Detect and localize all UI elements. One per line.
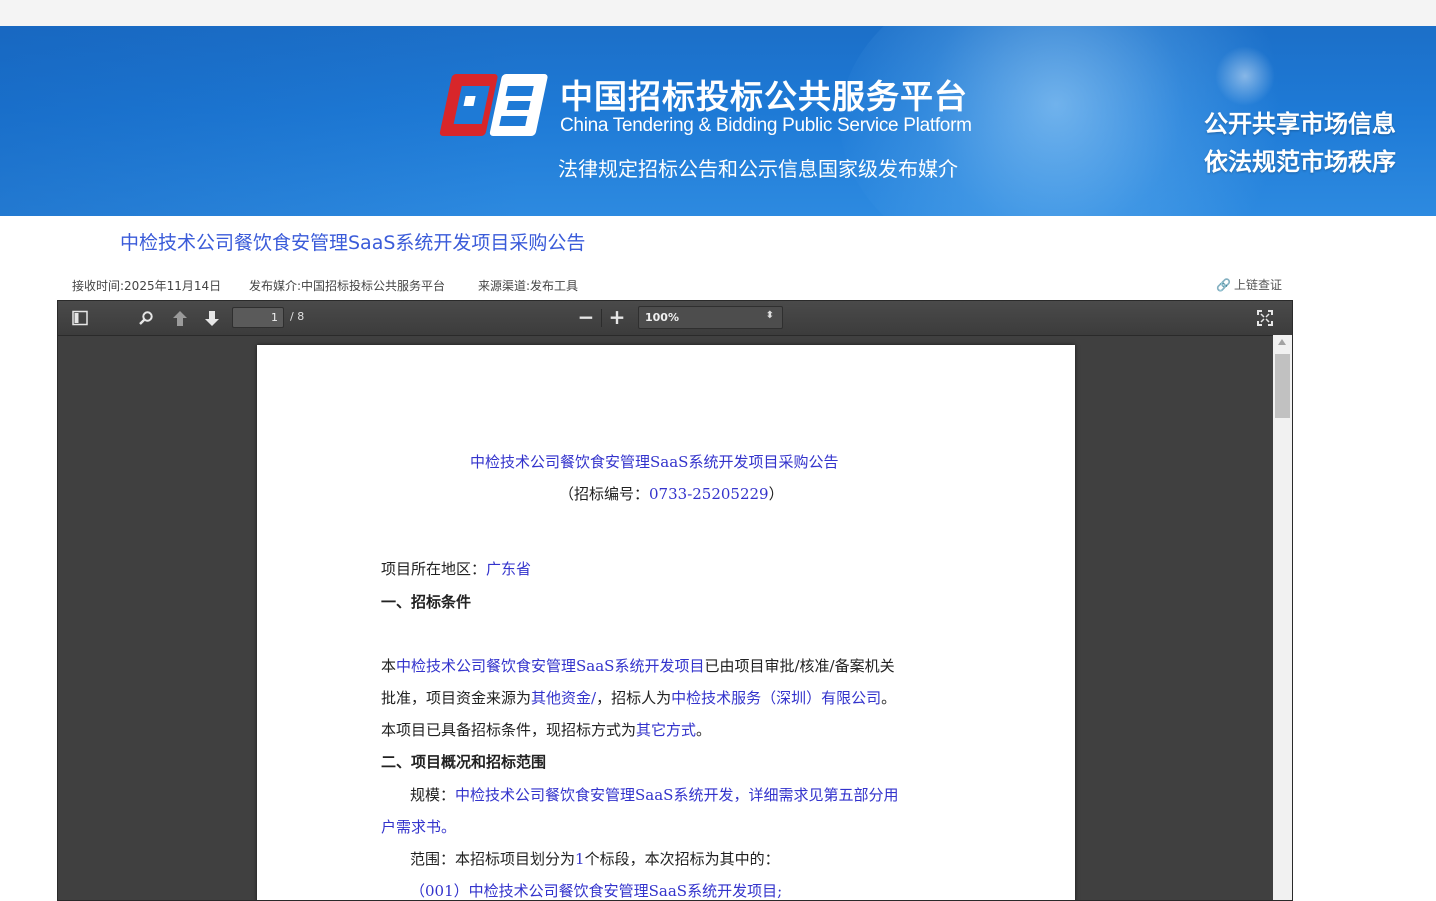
pdf-viewer: 1 / 8 − + 100% ⬍ 中检技术公司餐饮食安管理SaaS系统开发项目采… <box>57 300 1293 901</box>
search-icon[interactable] <box>138 310 154 326</box>
doc-scope-line: 范围：本招标项目划分为1个标段，本次招标为其中的： <box>410 850 780 868</box>
previous-page-icon[interactable] <box>172 310 188 327</box>
publish-media: 发布媒介:中国招标投标公共服务平台 <box>249 279 446 293</box>
doc-lot-line: （001）中检技术公司餐饮食安管理SaaS系统开发项目; <box>410 882 783 900</box>
vertical-scrollbar[interactable] <box>1273 335 1292 900</box>
zoom-select[interactable]: 100% ⬍ <box>638 306 783 329</box>
top-strip <box>0 0 1436 26</box>
doc-tender-code: （招标编号：0733-25205229） <box>559 485 784 503</box>
doc-scale-line-cont: 户需求书。 <box>381 818 457 836</box>
cebpubservice-logo-icon[interactable] <box>436 66 556 146</box>
zoom-in-button[interactable]: + <box>606 307 628 327</box>
scroll-up-icon[interactable] <box>1278 339 1286 345</box>
motto-line-1: 公开共享市场信息 <box>1204 110 1396 138</box>
zoom-out-button[interactable]: − <box>575 307 597 327</box>
received-time: 接收时间:2025年11月14日 <box>72 279 222 293</box>
doc-title: 中检技术公司餐饮食安管理SaaS系统开发项目采购公告 <box>470 453 839 471</box>
select-arrows-icon: ⬍ <box>765 310 774 321</box>
zoom-value: 100% <box>645 311 679 324</box>
brand-slogan: 法律规定招标公告和公示信息国家级发布媒介 <box>558 157 958 181</box>
doc-paragraph-line: 本中检技术公司餐饮食安管理SaaS系统开发项目已由项目审批/核准/备案机关 <box>381 657 895 675</box>
doc-section-1-heading: 一、招标条件 <box>381 593 472 611</box>
pdf-toolbar: 1 / 8 − + 100% ⬍ <box>58 301 1292 336</box>
motto-line-2: 依法规范市场秩序 <box>1204 148 1396 176</box>
doc-paragraph-line: 本项目已具备招标条件，现招标方式为其它方式。 <box>381 721 712 739</box>
sidebar-toggle-icon[interactable] <box>72 310 88 326</box>
blockchain-verify-link[interactable]: 🔗 上链查证 <box>1216 276 1282 293</box>
toolbar-separator <box>601 309 602 327</box>
doc-scale-line: 规模：中检技术公司餐饮食安管理SaaS系统开发，详细需求见第五部分用 <box>410 786 899 804</box>
doc-region: 项目所在地区：广东省 <box>381 560 532 578</box>
scroll-thumb[interactable] <box>1275 354 1290 418</box>
page-number-input[interactable]: 1 <box>232 307 284 328</box>
presentation-mode-icon[interactable] <box>1257 310 1273 326</box>
source-channel: 来源渠道:发布工具 <box>478 279 579 293</box>
doc-section-2-heading: 二、项目概况和招标范围 <box>381 753 547 771</box>
site-banner: 中国招标投标公共服务平台 China Tendering & Bidding P… <box>0 26 1436 216</box>
verify-label: 上链查证 <box>1233 278 1282 292</box>
pdf-page: 中检技术公司餐饮食安管理SaaS系统开发项目采购公告 （招标编号：0733-25… <box>257 345 1075 900</box>
brand-name-en: China Tendering & Bidding Public Service… <box>560 115 972 136</box>
doc-paragraph-line: 批准，项目资金来源为其他资金/，招标人为中检技术服务（深圳）有限公司。 <box>381 689 897 707</box>
chain-link-icon: 🔗 <box>1216 278 1231 292</box>
brand-name-cn: 中国招标投标公共服务平台 <box>560 77 968 116</box>
next-page-icon[interactable] <box>204 310 220 327</box>
page-count: / 8 <box>290 310 305 323</box>
banner-sparkle <box>1215 46 1275 106</box>
page-title: 中检技术公司餐饮食安管理SaaS系统开发项目采购公告 <box>120 232 586 254</box>
